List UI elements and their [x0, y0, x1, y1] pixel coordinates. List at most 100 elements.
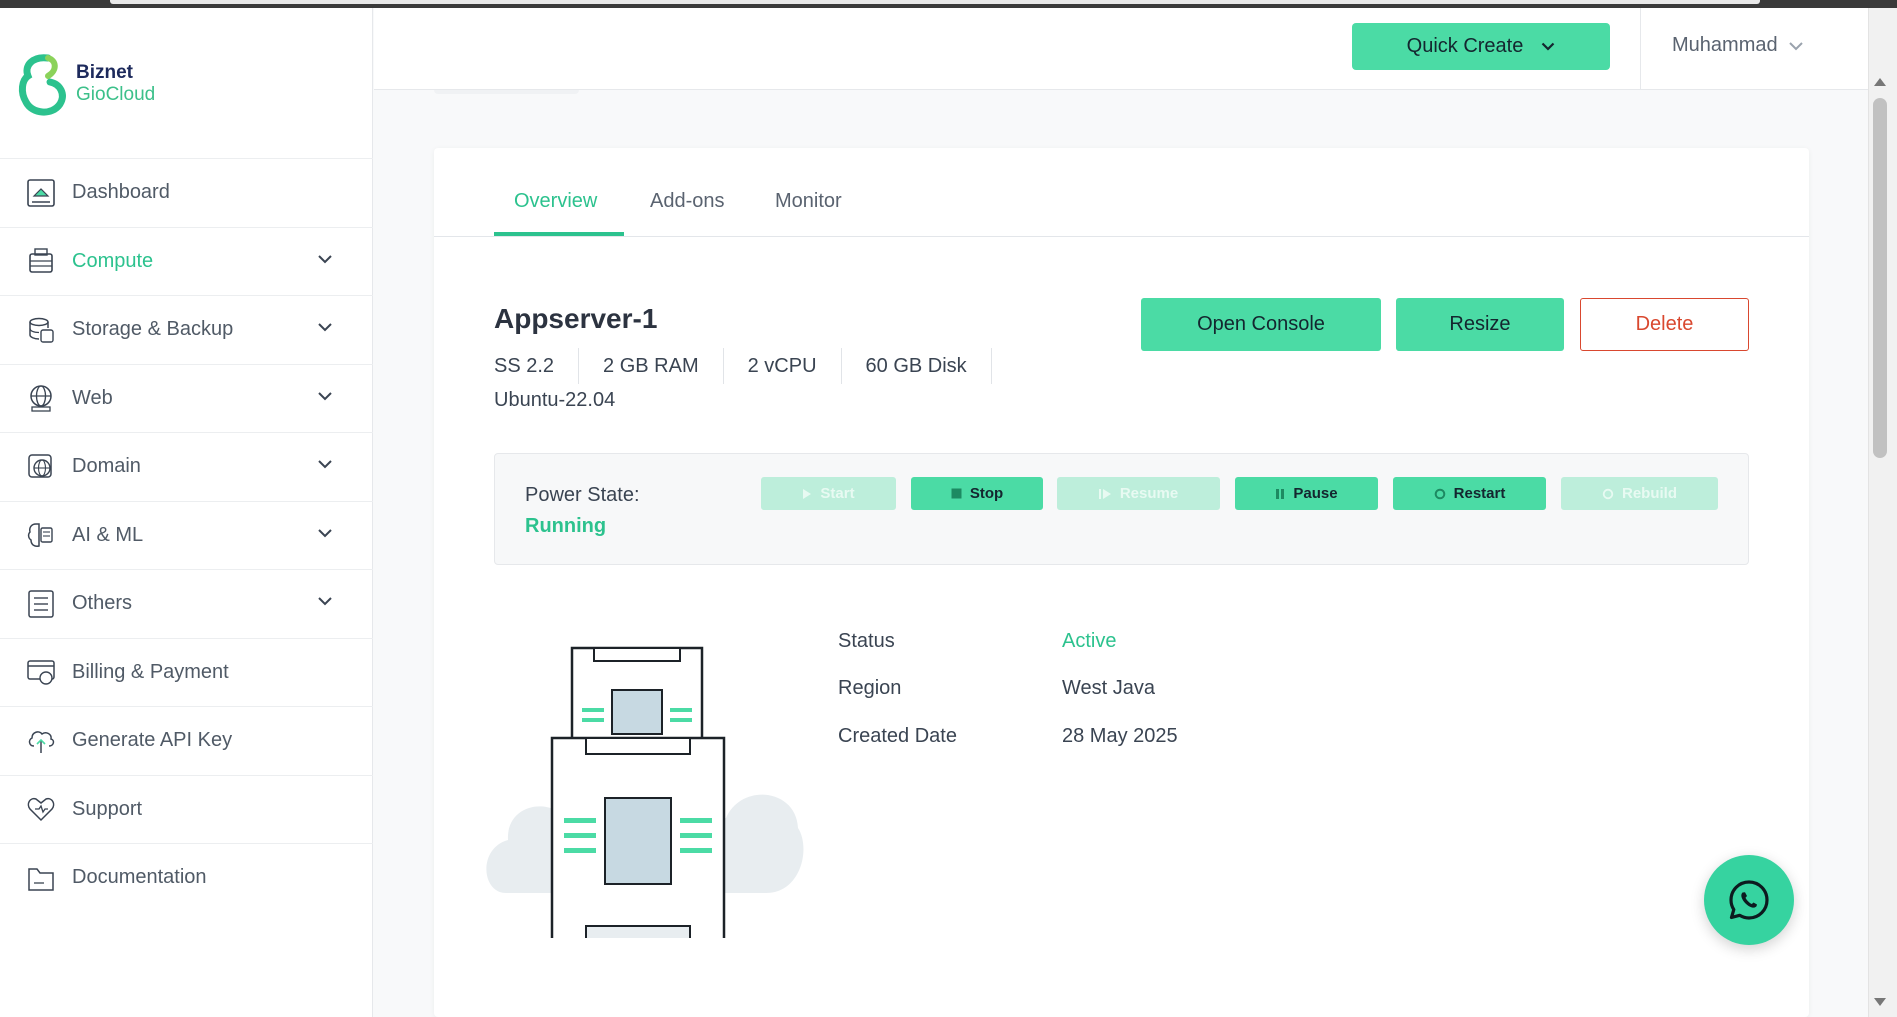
rebuild-label: Rebuild [1622, 485, 1677, 502]
tab-monitor[interactable]: Monitor [775, 190, 842, 213]
api-key-icon [26, 726, 56, 756]
spec-disk: 60 GB Disk [866, 348, 992, 384]
sidebar-item-label: Generate API Key [72, 729, 233, 752]
tab-overview[interactable]: Overview [514, 190, 597, 213]
chevron-down-icon [318, 597, 332, 606]
chevron-down-icon [1542, 42, 1555, 51]
whatsapp-icon [1729, 880, 1769, 920]
sidebar-item-storage-backup[interactable]: Storage & Backup [0, 295, 373, 364]
created-date-value: 28 May 2025 [1062, 725, 1178, 747]
web-icon [26, 383, 56, 413]
stop-button[interactable]: Stop [911, 477, 1043, 510]
region-value: West Java [1062, 677, 1155, 699]
domain-icon [26, 452, 56, 482]
scroll-down-arrow-icon[interactable] [1874, 998, 1886, 1006]
sidebar-item-label: Billing & Payment [72, 660, 229, 683]
resume-button[interactable]: Resume [1057, 477, 1220, 510]
documentation-icon [26, 863, 56, 893]
server-name: Appserver-1 [494, 303, 658, 334]
resume-label: Resume [1119, 485, 1179, 502]
open-console-button[interactable]: Open Console [1141, 298, 1381, 351]
pause-button[interactable]: Pause [1235, 477, 1378, 510]
stop-icon [951, 488, 962, 499]
others-icon [26, 589, 56, 619]
whatsapp-chat-button[interactable] [1704, 855, 1794, 945]
sidebar-item-others[interactable]: Others [0, 569, 373, 638]
power-state-label: Power State: [525, 484, 640, 506]
active-tab-indicator [494, 232, 624, 236]
pause-label: Pause [1293, 485, 1338, 502]
resize-button[interactable]: Resize [1396, 298, 1564, 351]
header-divider [1640, 8, 1641, 90]
resume-icon [1098, 488, 1112, 500]
chevron-down-icon [318, 254, 332, 263]
storage-icon [26, 315, 56, 345]
browser-top-strip [0, 0, 1897, 8]
pause-icon [1275, 488, 1285, 500]
restart-button[interactable]: Restart [1393, 477, 1546, 510]
stop-label: Stop [969, 485, 1004, 502]
sidebar-item-generate-api-key[interactable]: Generate API Key [0, 706, 373, 775]
tab-add-ons[interactable]: Add-ons [650, 190, 725, 213]
biznet-logo-icon [18, 54, 66, 116]
quick-create-button[interactable]: Quick Create [1352, 23, 1610, 70]
dashboard-icon [26, 178, 56, 208]
start-button[interactable]: Start [761, 477, 896, 510]
sidebar-nav: Dashboard Compute Storage & Backup Web D… [0, 158, 373, 912]
brand-subname: GioCloud [76, 84, 156, 105]
sidebar-item-ai-ml[interactable]: AI & ML [0, 500, 373, 570]
sidebar-item-compute[interactable]: Compute [0, 226, 373, 296]
restart-label: Restart [1453, 485, 1506, 502]
chevron-down-icon [318, 460, 332, 469]
top-header: Quick Create Muhammad [374, 8, 1868, 94]
power-state-panel: Power State: Running Start Stop Resume P… [494, 453, 1749, 565]
spec-plan: SS 2.2 [494, 348, 580, 384]
rebuild-button[interactable]: Rebuild [1561, 477, 1718, 510]
spec-ram: 2 GB RAM [603, 348, 724, 384]
region-label: Region [838, 677, 902, 699]
play-icon [802, 488, 812, 500]
restart-icon [1434, 488, 1446, 500]
brand-logo[interactable]: Biznet GioCloud [18, 52, 178, 124]
sidebar-item-label: Others [72, 592, 133, 615]
sidebar-item-label: Compute [72, 249, 154, 272]
server-os: Ubuntu-22.04 [494, 389, 616, 411]
user-name: Muhammad [1672, 34, 1778, 56]
spec-vcpu: 2 vCPU [748, 348, 842, 384]
page-scrollbar-thumb[interactable] [1873, 98, 1887, 458]
chevron-down-icon [318, 528, 332, 537]
chevron-down-icon [1788, 41, 1803, 50]
sidebar-item-label: Support [72, 797, 143, 820]
chevron-down-icon [318, 391, 332, 400]
server-specs: SS 2.2 2 GB RAM 2 vCPU 60 GB Disk [494, 348, 1016, 384]
rebuild-icon [1602, 488, 1614, 500]
server-detail-card: Overview Add-ons Monitor Appserver-1 SS … [434, 148, 1809, 1017]
user-menu[interactable]: Muhammad [1672, 34, 1804, 57]
sidebar-item-domain[interactable]: Domain [0, 432, 373, 501]
server-illustration [486, 646, 804, 938]
status-value: Active [1062, 630, 1117, 652]
support-icon [26, 794, 56, 824]
sidebar-item-web[interactable]: Web [0, 363, 373, 433]
delete-button[interactable]: Delete [1580, 298, 1749, 351]
brand-name: Biznet [76, 62, 133, 83]
created-date-label: Created Date [838, 725, 957, 747]
sidebar-item-support[interactable]: Support [0, 774, 373, 844]
sidebar: Biznet GioCloud Dashboard Compute Storag… [0, 8, 373, 1017]
power-state-value: Running [525, 515, 607, 537]
sidebar-item-dashboard[interactable]: Dashboard [0, 158, 373, 227]
compute-icon [26, 246, 56, 276]
breadcrumb-placeholder [434, 90, 579, 94]
ai-ml-icon [26, 520, 56, 550]
scroll-up-arrow-icon[interactable] [1874, 78, 1886, 86]
sidebar-item-label: Web [72, 386, 113, 409]
sidebar-item-label: AI & ML [72, 523, 144, 546]
chevron-down-icon [318, 323, 332, 332]
sidebar-item-documentation[interactable]: Documentation [0, 843, 373, 912]
tab-bar: Overview Add-ons Monitor [434, 148, 1809, 237]
start-label: Start [820, 485, 855, 502]
sidebar-item-billing-payment[interactable]: Billing & Payment [0, 637, 373, 707]
sidebar-item-label: Domain [72, 455, 141, 478]
status-label: Status [838, 630, 895, 652]
sidebar-item-label: Documentation [72, 866, 207, 889]
